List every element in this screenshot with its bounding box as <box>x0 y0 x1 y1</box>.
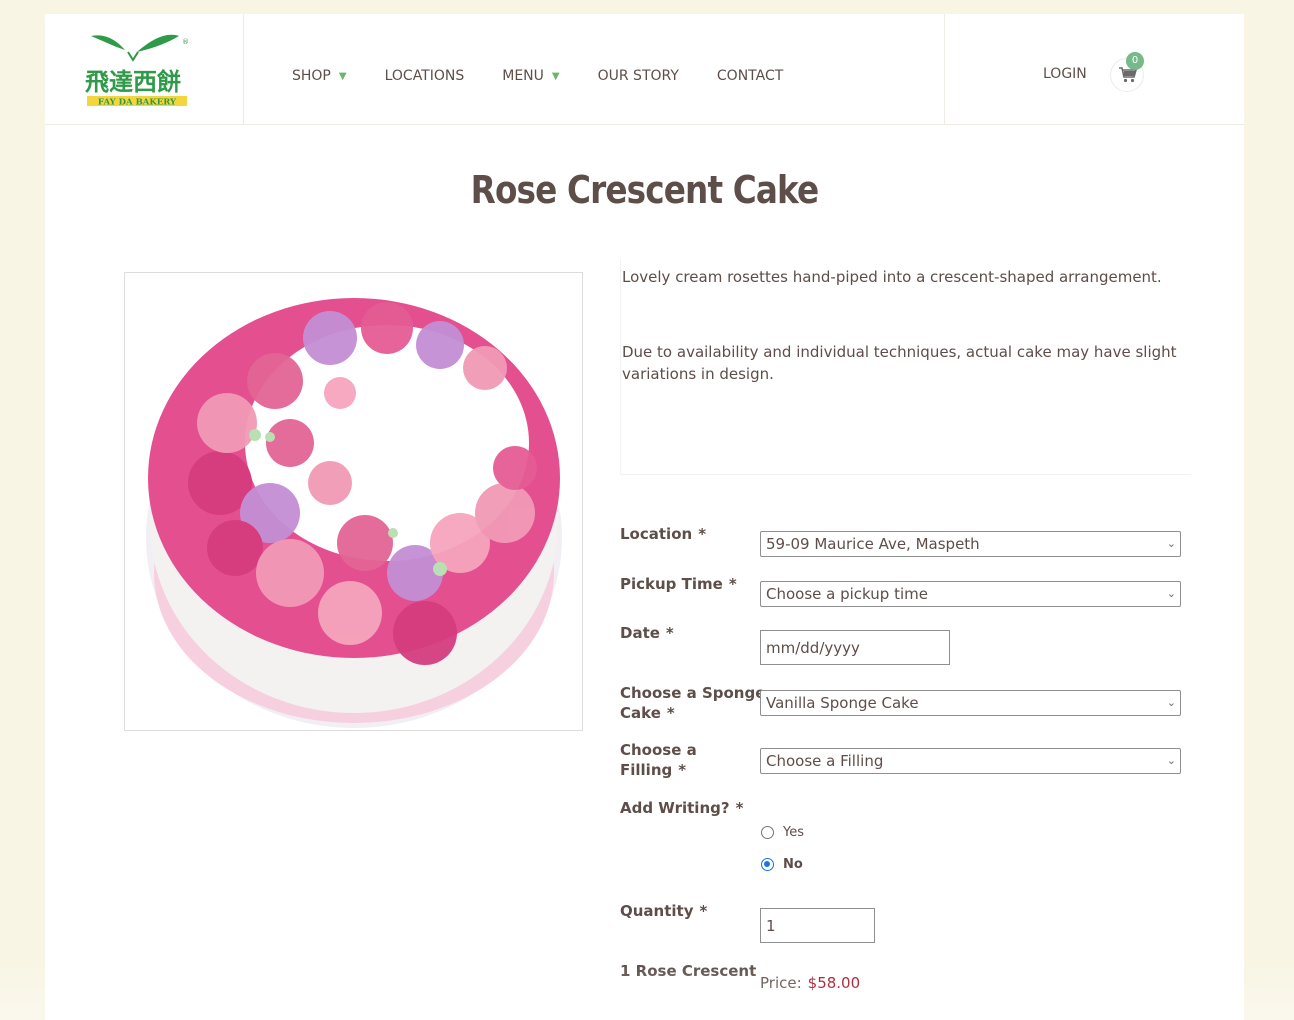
location-select-value: 59-09 Maurice Ave, Maspeth <box>766 535 980 553</box>
nav-locations-label: LOCATIONS <box>384 68 465 84</box>
nav-our-story[interactable]: OUR STORY <box>598 68 679 84</box>
main-nav: SHOP ▼ LOCATIONS MENU ▼ OUR STORY CONTAC… <box>292 66 821 86</box>
pickup-time-select[interactable]: Choose a pickup time ⌄ <box>760 581 1181 607</box>
filling-select[interactable]: Choose a Filling ⌄ <box>760 748 1181 774</box>
location-label-text: Location <box>620 525 693 543</box>
writing-option-no[interactable]: No <box>761 857 803 872</box>
header-account-area: LOGIN 0 <box>944 14 1244 125</box>
nav-menu[interactable]: MENU ▼ <box>502 68 559 84</box>
order-summary-label: 1 Rose Crescent <box>620 962 757 980</box>
writing-option-label: No <box>783 857 803 872</box>
nav-shop-label: SHOP <box>292 68 331 84</box>
chevron-down-icon: ⌄ <box>1166 754 1176 767</box>
price-display: Price: $58.00 <box>760 974 860 992</box>
sponge-cake-label: Choose a Sponge Cake * <box>620 683 765 723</box>
svg-text:飛達西餅: 飛達西餅 <box>85 68 181 96</box>
writing-option-yes[interactable]: Yes <box>761 825 804 840</box>
location-label: Location * <box>620 524 706 544</box>
svg-text:FAY DA BAKERY: FAY DA BAKERY <box>98 98 177 108</box>
quantity-label-text: Quantity <box>620 902 694 920</box>
nav-our-story-label: OUR STORY <box>597 68 679 84</box>
pickup-time-select-value: Choose a pickup time <box>766 585 928 603</box>
sponge-cake-label-line: Choose a Sponge <box>620 684 766 702</box>
pickup-time-label: Pickup Time * <box>620 574 737 594</box>
quantity-input[interactable]: 1 <box>760 908 875 943</box>
date-input-placeholder: mm/dd/yyyy <box>766 639 860 657</box>
description-paragraph: Due to availability and individual techn… <box>622 343 1177 383</box>
add-writing-label: Add Writing? * <box>620 798 743 818</box>
sponge-cake-select[interactable]: Vanilla Sponge Cake ⌄ <box>760 690 1181 716</box>
filling-label: Choose a Filling * <box>620 740 697 780</box>
price-label: Price: <box>760 974 802 992</box>
fay-da-logo: ® 飛達西餅 FAY DA BAKERY <box>85 34 189 108</box>
sponge-cake-select-value: Vanilla Sponge Cake <box>766 694 919 712</box>
dropdown-caret-icon: ▼ <box>338 70 347 82</box>
date-input[interactable]: mm/dd/yyyy <box>760 630 950 665</box>
required-mark: * <box>699 902 708 920</box>
required-mark: * <box>678 761 687 779</box>
login-link[interactable]: LOGIN <box>1043 66 1087 82</box>
svg-text:®: ® <box>182 38 189 46</box>
nav-contact[interactable]: CONTACT <box>717 68 783 84</box>
nav-shop[interactable]: SHOP ▼ <box>292 68 347 84</box>
dropdown-caret-icon: ▼ <box>551 70 560 82</box>
filling-select-value: Choose a Filling <box>766 752 884 770</box>
nav-menu-label: MENU <box>502 68 544 84</box>
required-mark: * <box>728 575 737 593</box>
filling-label-line: Filling <box>620 761 673 779</box>
add-writing-label-text: Add Writing? <box>620 799 730 817</box>
page-container: ® 飛達西餅 FAY DA BAKERY SHOP ▼ LOCATIONS ME… <box>45 14 1244 1020</box>
site-header: ® 飛達西餅 FAY DA BAKERY SHOP ▼ LOCATIONS ME… <box>45 14 1244 125</box>
product-description: Lovely cream rosettes hand-piped into a … <box>620 260 1191 475</box>
filling-label-line: Choose a <box>620 741 697 759</box>
price-value: $58.00 <box>807 974 861 992</box>
logo-link[interactable]: ® 飛達西餅 FAY DA BAKERY <box>45 14 244 125</box>
quantity-label: Quantity * <box>620 901 707 921</box>
chevron-down-icon: ⌄ <box>1166 537 1176 550</box>
product-title: Rose Crescent Cake <box>470 168 820 212</box>
pickup-time-label-text: Pickup Time <box>620 575 723 593</box>
nav-contact-label: CONTACT <box>716 68 784 84</box>
required-mark: * <box>698 525 707 543</box>
sponge-cake-label-line: Cake <box>620 704 661 722</box>
date-label: Date * <box>620 623 674 643</box>
date-label-text: Date <box>620 624 660 642</box>
description-paragraph: Lovely cream rosettes hand-piped into a … <box>622 268 1162 286</box>
chevron-down-icon: ⌄ <box>1166 587 1176 600</box>
required-mark: * <box>735 799 744 817</box>
radio-button-selected[interactable] <box>761 858 774 871</box>
cake-image <box>146 298 562 728</box>
required-mark: * <box>665 624 674 642</box>
required-mark: * <box>666 704 675 722</box>
quantity-input-value: 1 <box>766 917 776 935</box>
nav-locations[interactable]: LOCATIONS <box>385 68 465 84</box>
writing-option-label: Yes <box>783 825 804 840</box>
radio-button[interactable] <box>761 826 774 839</box>
product-image[interactable] <box>124 272 583 731</box>
location-select[interactable]: 59-09 Maurice Ave, Maspeth ⌄ <box>760 531 1181 557</box>
cart-count-badge: 0 <box>1126 52 1144 70</box>
chevron-down-icon: ⌄ <box>1166 696 1176 709</box>
